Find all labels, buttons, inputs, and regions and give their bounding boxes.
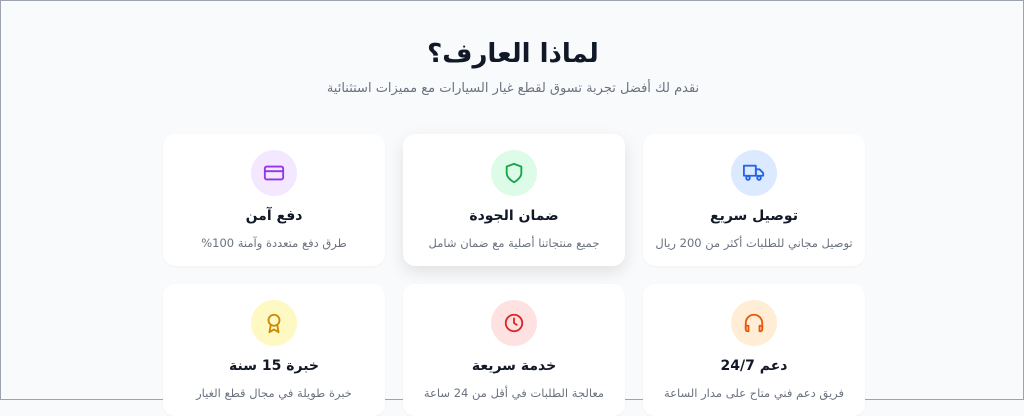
section-title: لماذا العارف؟ [427,39,599,69]
feature-title: خبرة 15 سنة [229,358,319,374]
award-icon [251,300,297,346]
feature-title: ضمان الجودة [469,208,559,224]
feature-card-support: دعم 24/7 فريق دعم فني متاح على مدار السا… [643,284,865,416]
feature-description: معالجة الطلبات في أقل من 24 ساعة [423,386,605,400]
shield-icon [491,150,537,196]
feature-title: خدمة سريعة [471,358,557,374]
features-grid: توصيل سريع توصيل مجاني للطلبات أكثر من 2… [162,134,865,416]
feature-title: توصيل سريع [710,208,798,224]
clock-icon [491,300,537,346]
feature-description: خبرة طويلة في مجال قطع الغيار [196,386,352,400]
feature-card-fast-delivery: توصيل سريع توصيل مجاني للطلبات أكثر من 2… [643,134,865,266]
feature-card-experience: خبرة 15 سنة خبرة طويلة في مجال قطع الغيا… [163,284,385,416]
credit-card-icon [251,150,297,196]
feature-description: طرق دفع متعددة وآمنة 100% [201,236,347,250]
headphones-icon [731,300,777,346]
feature-title: دعم 24/7 [720,358,788,374]
feature-description: فريق دعم فني متاح على مدار الساعة [663,386,844,400]
feature-title: دفع آمن [245,208,303,224]
section-subtitle: نقدم لك أفضل تجربة تسوق لقطع غيار السيار… [326,81,700,96]
feature-card-quality-guarantee: ضمان الجودة جميع منتجاتنا أصلية مع ضمان … [403,134,625,266]
feature-card-fast-service: خدمة سريعة معالجة الطلبات في أقل من 24 س… [403,284,625,416]
feature-description: جميع منتجاتنا أصلية مع ضمان شامل [428,236,600,250]
feature-description: توصيل مجاني للطلبات أكثر من 200 ريال [655,236,853,250]
truck-icon [731,150,777,196]
features-section: لماذا العارف؟ نقدم لك أفضل تجربة تسوق لق… [1,1,1024,416]
feature-card-secure-payment: دفع آمن طرق دفع متعددة وآمنة 100% [163,134,385,266]
